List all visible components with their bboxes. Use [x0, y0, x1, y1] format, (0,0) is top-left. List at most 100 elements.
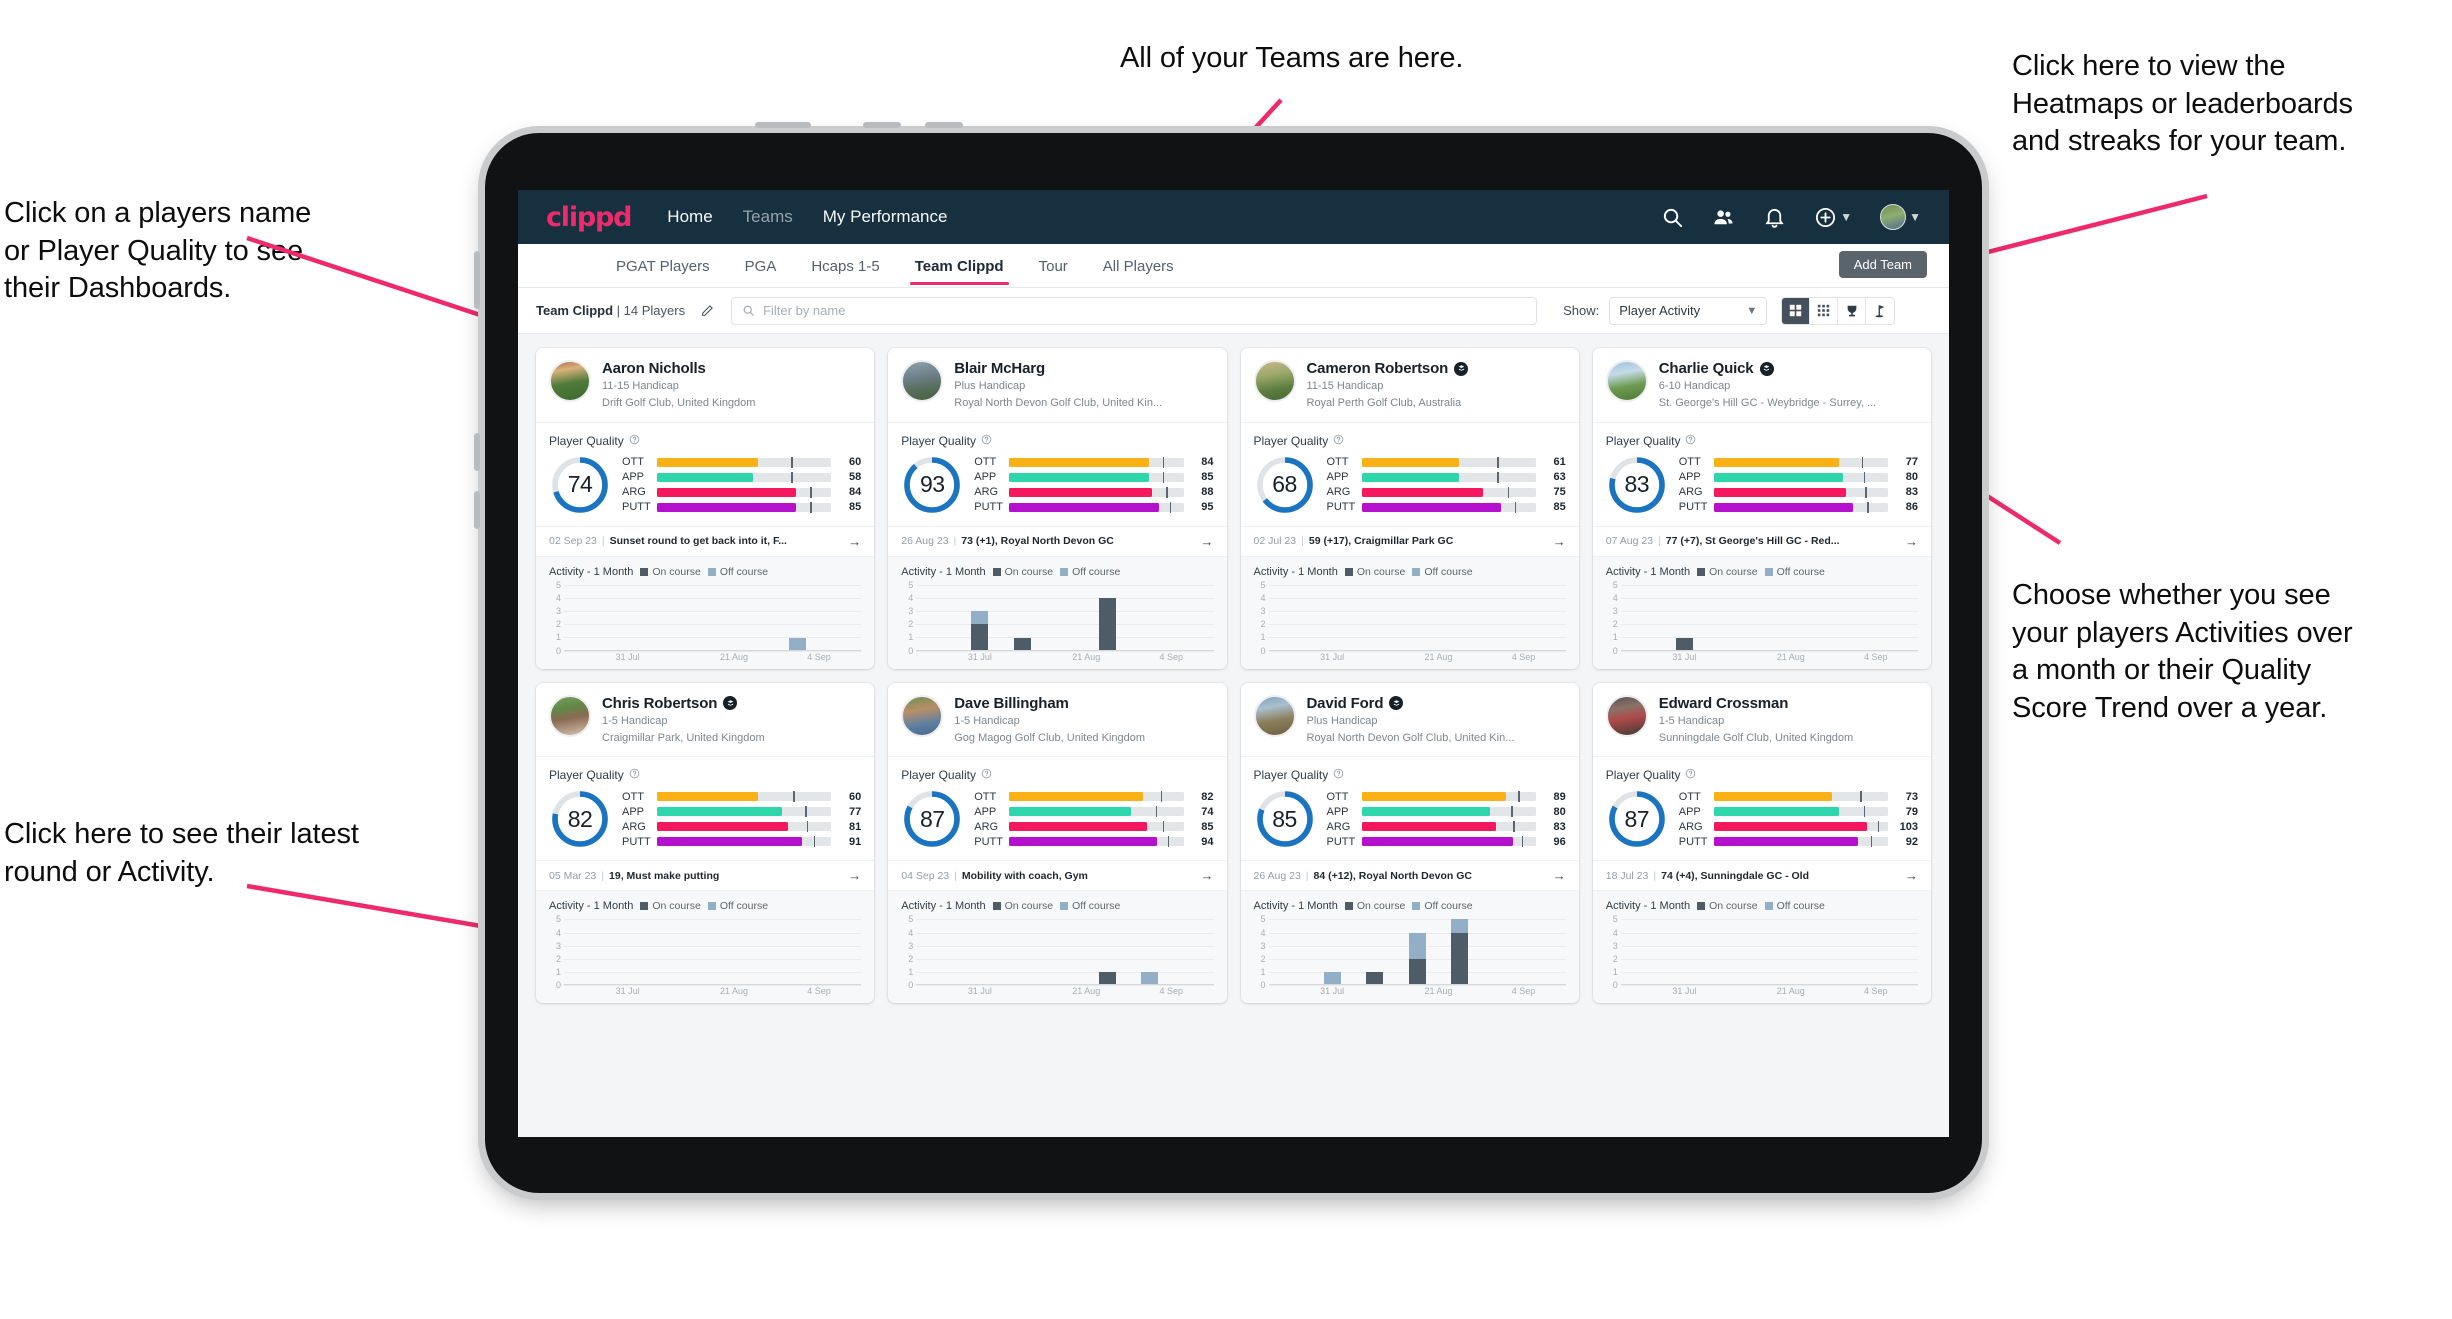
player-name-row[interactable]: Dave Billingham — [954, 695, 1145, 712]
player-name[interactable]: Cameron Robertson — [1307, 360, 1449, 377]
search-icon[interactable] — [1661, 206, 1684, 229]
trophy-view-button[interactable] — [1838, 297, 1867, 324]
latest-round-row[interactable]: 26 Aug 23 | 84 (+12), Royal North Devon … — [1240, 860, 1579, 890]
card-header[interactable]: David Ford Plus Handicap Royal North Dev… — [1241, 683, 1579, 757]
player-name-row[interactable]: Chris Robertson — [602, 695, 765, 712]
arrow-right-icon[interactable]: → — [1193, 868, 1214, 883]
player-name-row[interactable]: Blair McHarg — [954, 360, 1162, 377]
player-quality-section[interactable]: Player Quality 87 — [888, 756, 1227, 860]
player-name[interactable]: Dave Billingham — [954, 695, 1069, 712]
player-quality-section[interactable]: Player Quality 87 — [1592, 756, 1931, 860]
tab-team-clippd[interactable]: Team Clippd — [909, 247, 1009, 285]
metric-benchmark-tick — [810, 486, 812, 498]
plus-circle-menu[interactable]: ▼ — [1814, 206, 1852, 229]
player-name[interactable]: Edward Crossman — [1659, 695, 1789, 712]
arrow-right-icon[interactable]: → — [1897, 868, 1918, 883]
player-name-row[interactable]: Cameron Robertson — [1307, 360, 1469, 377]
show-select[interactable]: Player Activity ▼ — [1609, 296, 1768, 325]
card-header[interactable]: Blair McHarg Plus Handicap Royal North D… — [888, 348, 1226, 422]
player-card[interactable]: Charlie Quick 6-10 Handicap St. George's… — [1592, 348, 1931, 669]
help-icon[interactable] — [981, 432, 992, 450]
player-quality-section[interactable]: Player Quality 74 OTT 60 APP 58 ARG 84 P… — [536, 421, 875, 526]
player-card[interactable]: Blair McHarg Plus Handicap Royal North D… — [888, 348, 1227, 669]
nav-link-teams[interactable]: Teams — [743, 207, 793, 227]
search-input[interactable]: Filter by name — [731, 296, 1538, 325]
help-icon[interactable] — [981, 766, 992, 784]
card-header[interactable]: Aaron Nicholls 11-15 Handicap Drift Golf… — [536, 348, 874, 422]
tab-all-players[interactable]: All Players — [1101, 247, 1176, 285]
tab-pgat-players[interactable]: PGAT Players — [614, 247, 712, 285]
plus-circle-icon[interactable] — [1814, 206, 1837, 229]
player-card[interactable]: Aaron Nicholls 11-15 Handicap Drift Golf… — [536, 348, 875, 669]
player-quality-section[interactable]: Player Quality 83 OTT 77 APP 80 ARG 83 P… — [1592, 421, 1931, 526]
grid-2x2-view-button[interactable] — [1782, 297, 1811, 324]
player-avatar[interactable] — [901, 360, 944, 402]
player-card[interactable]: Dave Billingham 1-5 Handicap Gog Magog G… — [888, 682, 1227, 1004]
tab-tour[interactable]: Tour — [1037, 247, 1070, 285]
player-name[interactable]: David Ford — [1307, 695, 1384, 712]
edit-team-button[interactable] — [693, 297, 721, 325]
people-icon[interactable] — [1712, 206, 1735, 229]
nav-link-my-performance[interactable]: My Performance — [823, 207, 948, 227]
card-header[interactable]: Charlie Quick 6-10 Handicap St. George's… — [1593, 348, 1931, 422]
player-avatar[interactable] — [549, 360, 591, 402]
player-name[interactable]: Blair McHarg — [954, 360, 1045, 377]
player-name-row[interactable]: Edward Crossman — [1659, 695, 1853, 712]
avatar[interactable] — [1880, 204, 1907, 230]
player-avatar[interactable] — [1605, 694, 1648, 737]
help-icon[interactable] — [1685, 766, 1696, 784]
clippd-logo[interactable]: clippd — [546, 202, 633, 233]
player-card[interactable]: Cameron Robertson 11-15 Handicap Royal P… — [1240, 348, 1579, 669]
player-avatar[interactable] — [1253, 694, 1296, 737]
player-avatar[interactable] — [1253, 360, 1296, 402]
profile-menu[interactable]: ▼ — [1880, 204, 1921, 230]
metric-benchmark-tick — [791, 471, 793, 483]
card-header[interactable]: Chris Robertson 1-5 Handicap Craigmillar… — [536, 683, 874, 757]
latest-round-row[interactable]: 07 Aug 23 | 77 (+7), St George's Hill GC… — [1592, 525, 1931, 556]
player-avatar[interactable] — [901, 694, 944, 737]
help-icon[interactable] — [1333, 432, 1344, 450]
latest-round-row[interactable]: 05 Mar 23 | 19, Must make putting → — [536, 860, 875, 890]
latest-round-row[interactable]: 02 Sep 23 | Sunset round to get back int… — [536, 525, 875, 556]
latest-round-row[interactable]: 26 Aug 23 | 73 (+1), Royal North Devon G… — [888, 525, 1227, 556]
latest-round-row[interactable]: 02 Jul 23 | 59 (+17), Craigmillar Park G… — [1240, 525, 1579, 556]
nav-link-home[interactable]: Home — [667, 207, 712, 227]
latest-round-row[interactable]: 18 Jul 23 | 74 (+4), Sunningdale GC - Ol… — [1592, 860, 1931, 890]
player-card[interactable]: Chris Robertson 1-5 Handicap Craigmillar… — [536, 682, 875, 1004]
arrow-right-icon[interactable]: → — [840, 534, 861, 549]
player-quality-section[interactable]: Player Quality 68 OTT 61 APP 63 ARG 75 P… — [1240, 421, 1579, 526]
player-quality-section[interactable]: Player Quality 93 OTT 84 APP 85 ARG 88 P… — [888, 421, 1227, 526]
grid-dense-view-button[interactable] — [1810, 297, 1839, 324]
card-header[interactable]: Cameron Robertson 11-15 Handicap Royal P… — [1241, 348, 1579, 422]
add-team-button[interactable]: Add Team — [1838, 251, 1927, 278]
player-name[interactable]: Charlie Quick — [1659, 360, 1754, 377]
latest-round-row[interactable]: 04 Sep 23 | Mobility with coach, Gym → — [888, 860, 1227, 890]
arrow-right-icon[interactable]: → — [1545, 868, 1566, 883]
help-icon[interactable] — [1333, 766, 1344, 784]
flag-view-button[interactable] — [1866, 297, 1895, 324]
player-name-row[interactable]: David Ford — [1307, 695, 1515, 712]
player-avatar[interactable] — [549, 694, 591, 737]
player-name-row[interactable]: Aaron Nicholls — [602, 360, 755, 377]
tab-hcaps-1-5[interactable]: Hcaps 1-5 — [809, 247, 881, 285]
help-icon[interactable] — [629, 766, 640, 784]
player-name[interactable]: Chris Robertson — [602, 695, 717, 712]
card-header[interactable]: Edward Crossman 1-5 Handicap Sunningdale… — [1593, 683, 1931, 757]
help-icon[interactable] — [1685, 432, 1696, 450]
player-name[interactable]: Aaron Nicholls — [602, 360, 706, 377]
arrow-right-icon[interactable]: → — [1193, 534, 1214, 549]
player-card[interactable]: Edward Crossman 1-5 Handicap Sunningdale… — [1592, 682, 1931, 1004]
round-description: 77 (+7), St George's Hill GC - Red... — [1665, 535, 1840, 548]
help-icon[interactable] — [629, 432, 640, 450]
arrow-right-icon[interactable]: → — [840, 868, 861, 883]
arrow-right-icon[interactable]: → — [1545, 534, 1566, 549]
player-name-row[interactable]: Charlie Quick — [1659, 360, 1876, 377]
player-avatar[interactable] — [1605, 360, 1648, 402]
player-quality-section[interactable]: Player Quality 82 OTT 60 APP 77 ARG 81 P… — [536, 756, 875, 860]
bell-icon[interactable] — [1763, 206, 1786, 229]
arrow-right-icon[interactable]: → — [1897, 534, 1918, 549]
player-card[interactable]: David Ford Plus Handicap Royal North Dev… — [1240, 682, 1579, 1004]
tab-pga[interactable]: PGA — [743, 247, 779, 285]
player-quality-section[interactable]: Player Quality 85 OTT 89 APP 80 ARG 83 P… — [1240, 756, 1579, 860]
card-header[interactable]: Dave Billingham 1-5 Handicap Gog Magog G… — [888, 683, 1226, 757]
